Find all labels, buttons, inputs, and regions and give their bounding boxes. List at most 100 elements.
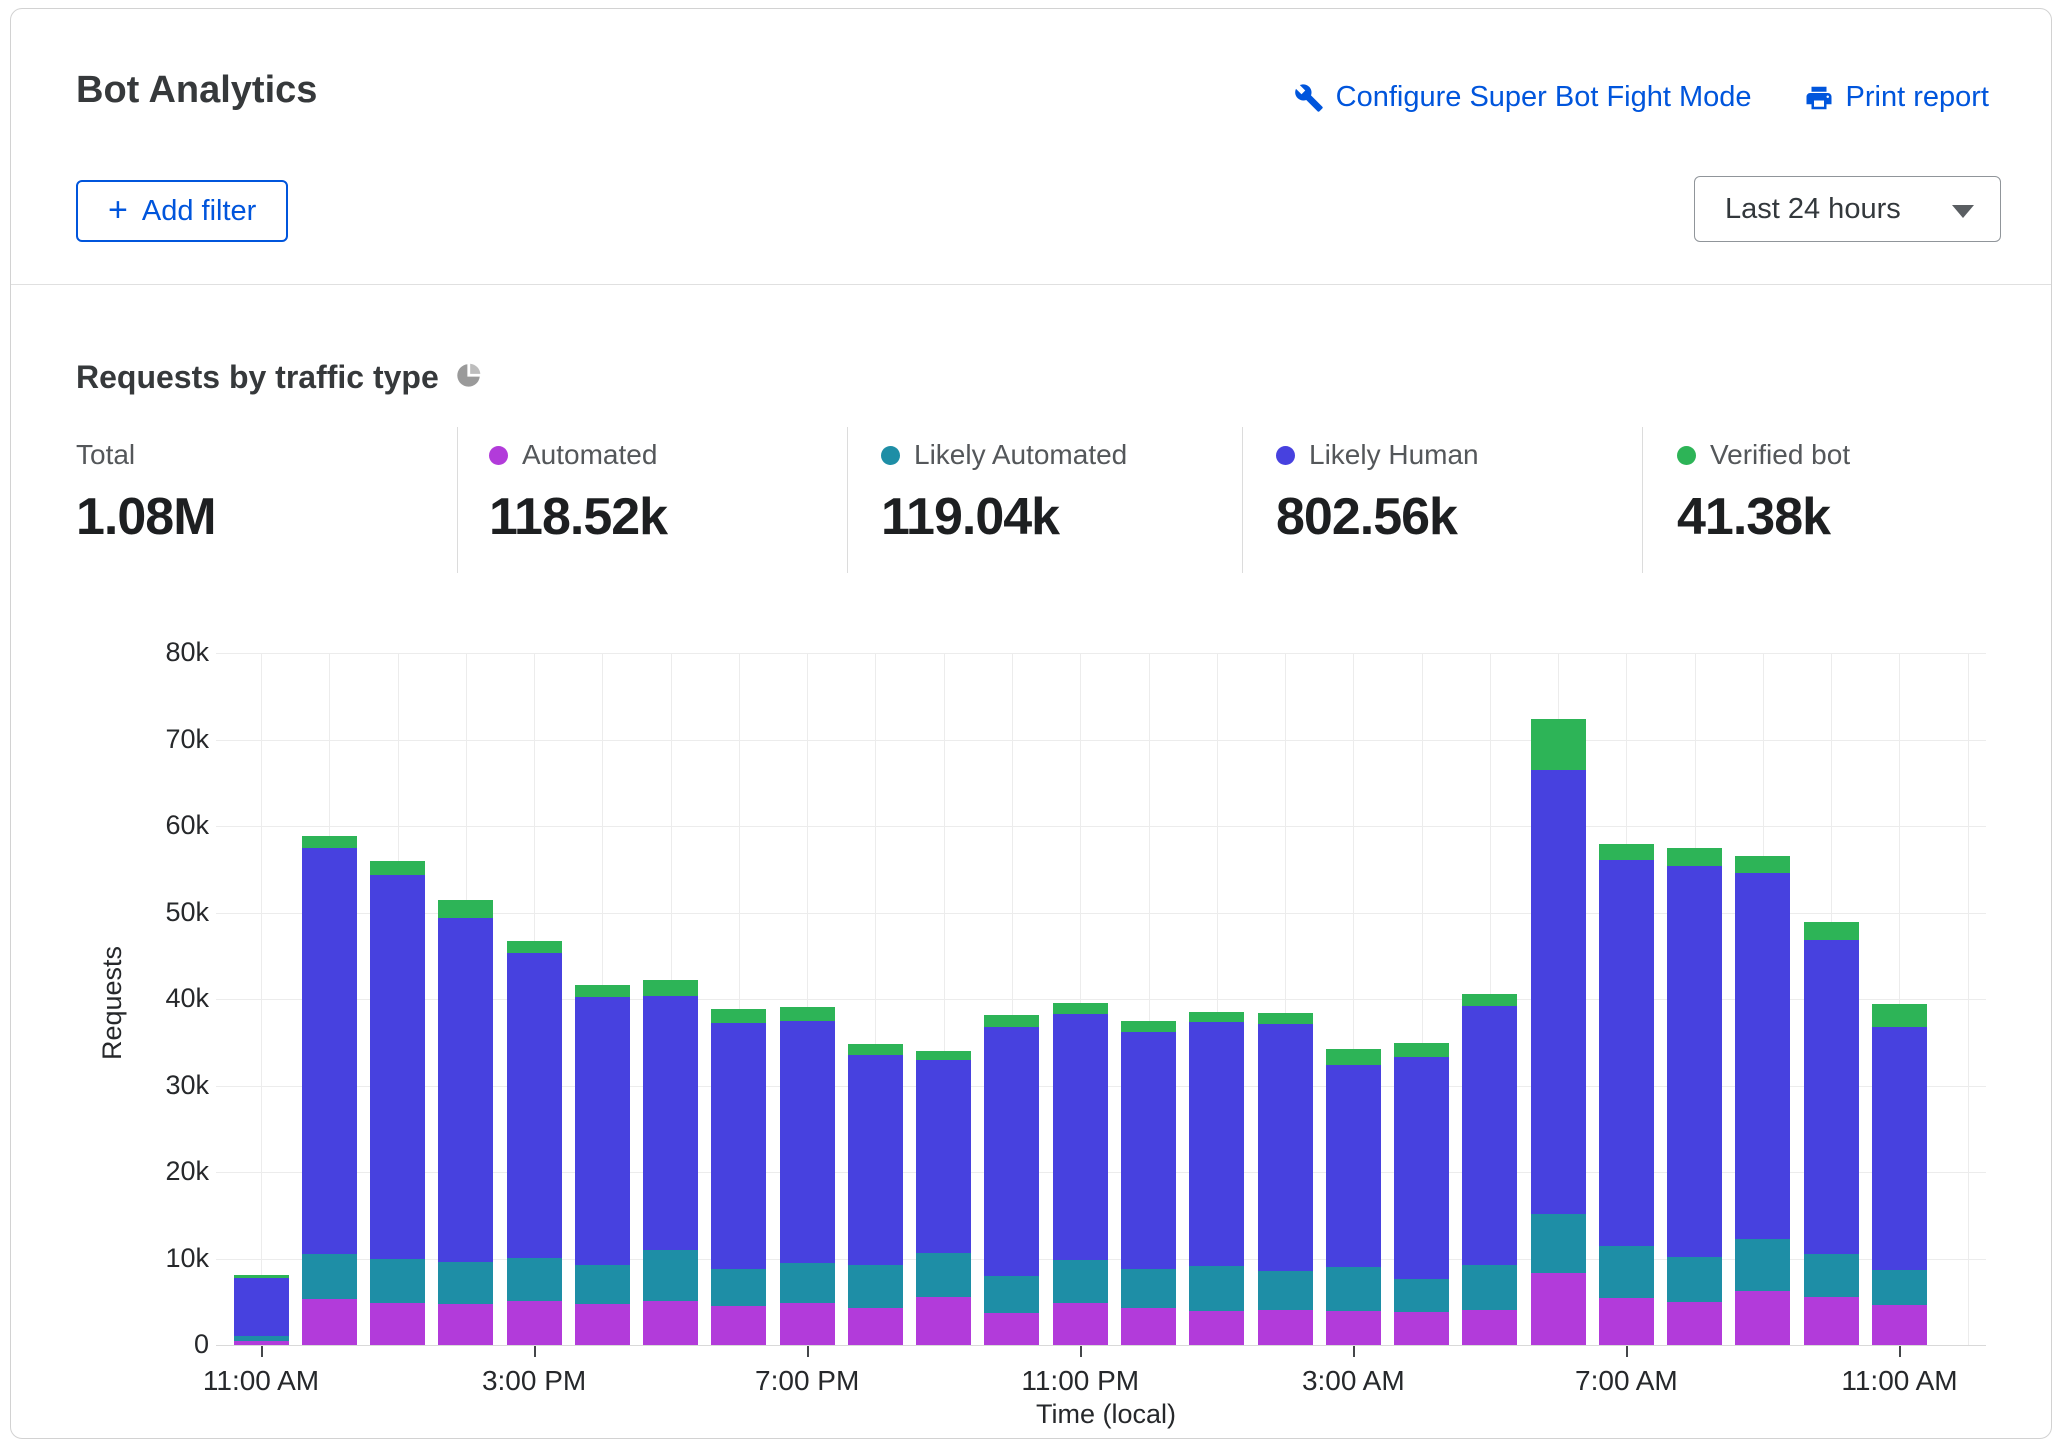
bar-segment-likely-automated — [1326, 1267, 1381, 1311]
bar-segment-likely-automated — [234, 1336, 289, 1341]
bar-segment-automated — [1735, 1291, 1790, 1345]
add-filter-button[interactable]: + Add filter — [76, 180, 288, 242]
bar-stack[interactable] — [370, 653, 425, 1345]
bar-stack[interactable] — [848, 653, 903, 1345]
legend-dot-likely-automated — [881, 446, 900, 465]
bar-stack[interactable] — [234, 653, 289, 1345]
print-report-link[interactable]: Print report — [1804, 81, 1989, 114]
x-tick-mark — [1899, 1346, 1901, 1357]
bar-segment-likely-human — [438, 918, 493, 1262]
bar-segment-verified-bot — [1462, 994, 1517, 1006]
page-title: Bot Analytics — [76, 69, 317, 112]
bar-segment-automated — [916, 1297, 971, 1345]
bar-segment-likely-automated — [1394, 1279, 1449, 1312]
time-range-value: Last 24 hours — [1725, 193, 1901, 226]
legend-dot-likely-human — [1276, 446, 1295, 465]
bar-stack[interactable] — [1804, 653, 1859, 1345]
stat-total: Total 1.08M — [76, 439, 216, 547]
bar-stack[interactable] — [1872, 653, 1927, 1345]
stat-divider — [1242, 427, 1243, 573]
bar-segment-verified-bot — [848, 1044, 903, 1055]
gridline-vertical — [1968, 653, 1969, 1345]
add-filter-label: Add filter — [142, 195, 256, 228]
bar-segment-likely-human — [1667, 866, 1722, 1257]
bar-stack[interactable] — [984, 653, 1039, 1345]
bar-segment-likely-automated — [848, 1265, 903, 1308]
bar-segment-automated — [1258, 1310, 1313, 1345]
bar-stack[interactable] — [780, 653, 835, 1345]
bar-stack[interactable] — [1053, 653, 1108, 1345]
bar-stack[interactable] — [1121, 653, 1176, 1345]
bar-segment-likely-human — [1599, 860, 1654, 1247]
stat-value: 1.08M — [76, 487, 216, 547]
bar-segment-likely-human — [643, 996, 698, 1250]
bar-segment-likely-human — [1872, 1027, 1927, 1270]
x-tick-label: 7:00 PM — [755, 1365, 859, 1397]
x-tick-label: 3:00 PM — [482, 1365, 586, 1397]
bar-stack[interactable] — [1189, 653, 1244, 1345]
plus-icon: + — [108, 193, 128, 227]
bar-segment-verified-bot — [1258, 1013, 1313, 1024]
configure-super-bot-fight-mode-link[interactable]: Configure Super Bot Fight Mode — [1294, 81, 1752, 114]
bar-segment-likely-human — [1053, 1014, 1108, 1261]
bar-stack[interactable] — [1735, 653, 1790, 1345]
bar-stack[interactable] — [575, 653, 630, 1345]
bar-segment-automated — [848, 1308, 903, 1345]
time-range-select[interactable]: Last 24 hours — [1694, 176, 2001, 242]
x-tick-label: 11:00 AM — [1841, 1365, 1957, 1397]
bar-segment-verified-bot — [1804, 922, 1859, 940]
header-actions: Configure Super Bot Fight Mode Print rep… — [1294, 81, 1989, 114]
y-tick-label: 70k — [89, 724, 209, 755]
y-tick-label: 60k — [89, 810, 209, 841]
bar-segment-verified-bot — [1667, 848, 1722, 866]
bar-segment-automated — [1599, 1298, 1654, 1345]
stat-label: Automated — [522, 439, 657, 471]
bar-segment-automated — [1121, 1308, 1176, 1345]
bar-segment-likely-human — [1189, 1022, 1244, 1266]
bar-stack[interactable] — [507, 653, 562, 1345]
bar-segment-automated — [234, 1341, 289, 1345]
bar-segment-likely-automated — [1053, 1260, 1108, 1302]
bar-stack[interactable] — [438, 653, 493, 1345]
bar-segment-verified-bot — [1394, 1043, 1449, 1057]
bar-stack[interactable] — [1258, 653, 1313, 1345]
bar-segment-automated — [1189, 1311, 1244, 1345]
bar-segment-verified-bot — [575, 985, 630, 997]
y-tick-label: 0 — [89, 1329, 209, 1360]
bar-stack[interactable] — [1326, 653, 1381, 1345]
bar-stack[interactable] — [1667, 653, 1722, 1345]
stat-verified-bot: Verified bot 41.38k — [1677, 439, 1850, 547]
x-tick-label: 7:00 AM — [1575, 1365, 1678, 1397]
bar-segment-automated — [780, 1303, 835, 1345]
bar-stack[interactable] — [1599, 653, 1654, 1345]
bar-stack[interactable] — [302, 653, 357, 1345]
stat-label: Likely Human — [1309, 439, 1479, 471]
bar-stack[interactable] — [1394, 653, 1449, 1345]
bar-segment-automated — [1326, 1311, 1381, 1345]
bar-segment-likely-automated — [575, 1265, 630, 1304]
bar-segment-likely-automated — [1531, 1214, 1586, 1273]
x-tick-mark — [1626, 1346, 1628, 1357]
bar-stack[interactable] — [916, 653, 971, 1345]
x-tick-mark — [1353, 1346, 1355, 1357]
bar-stack[interactable] — [1531, 653, 1586, 1345]
gridline-horizontal — [216, 1345, 1986, 1346]
bar-segment-likely-automated — [1599, 1246, 1654, 1298]
bar-segment-likely-human — [1326, 1065, 1381, 1267]
bar-segment-automated — [1531, 1273, 1586, 1345]
stat-likely-automated: Likely Automated 119.04k — [881, 439, 1127, 547]
section-title: Requests by traffic type — [76, 359, 439, 396]
bar-segment-likely-automated — [1121, 1269, 1176, 1308]
bar-stack[interactable] — [711, 653, 766, 1345]
bar-segment-likely-human — [1735, 873, 1790, 1240]
bar-stack[interactable] — [643, 653, 698, 1345]
bar-segment-automated — [711, 1306, 766, 1345]
bar-segment-verified-bot — [507, 941, 562, 953]
printer-icon — [1804, 83, 1834, 113]
bar-segment-likely-automated — [780, 1263, 835, 1303]
section-header: Requests by traffic type — [76, 359, 482, 396]
x-tick-mark — [807, 1346, 809, 1357]
bar-stack[interactable] — [1462, 653, 1517, 1345]
x-tick-label: 11:00 AM — [203, 1365, 319, 1397]
bar-segment-verified-bot — [1599, 844, 1654, 860]
